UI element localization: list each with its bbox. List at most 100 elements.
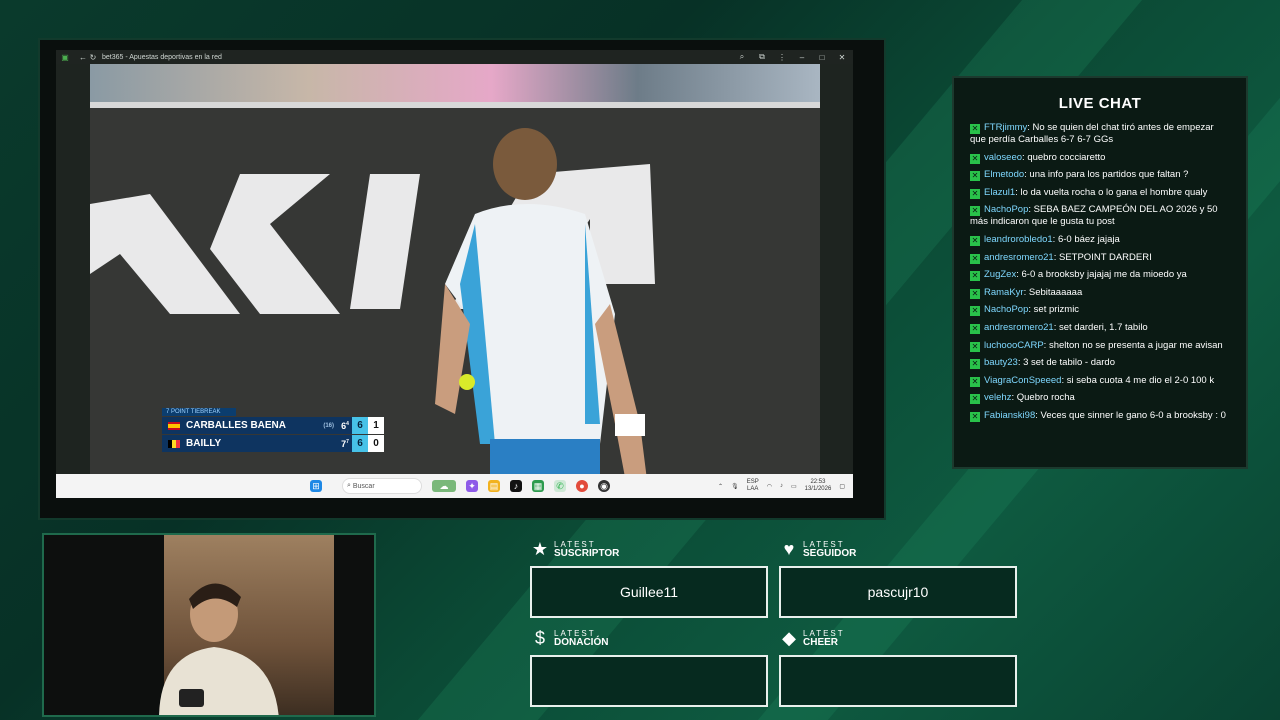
chat-message: ✕ bauty23: 3 set de tabilo - dardo xyxy=(970,357,1232,370)
chat-badge-icon: ✕ xyxy=(970,323,980,334)
chat-text: Veces que sinner le gano 6-0 a brooksby … xyxy=(1040,409,1226,421)
windows-taskbar: ⊞ ⌕ Buscar ☁ ✦ ▤ ♪ ▦ ✆ ● ◉ ⌃ 🎙 ESP LAA ◠ … xyxy=(56,474,853,498)
spreadsheet-app-icon[interactable]: ▦ xyxy=(532,480,544,492)
chat-message: ✕ velehz: Quebro rocha xyxy=(970,392,1232,405)
reload-icon[interactable]: ↻ xyxy=(88,52,98,62)
chat-text: una info para los partidos que faltan ? xyxy=(1029,169,1189,181)
chat-message: ✕ Elazul1: lo da vuelta rocha o lo gana e… xyxy=(970,187,1232,199)
chat-username[interactable]: andresromero21 xyxy=(984,322,1054,333)
chat-username[interactable]: Elazul1 xyxy=(984,187,1015,198)
tray-chevron-icon[interactable]: ⌃ xyxy=(718,483,723,490)
prev-set-score: 77 xyxy=(341,438,349,449)
player-name: BAILLY xyxy=(186,438,222,449)
chat-message: ✕ ZugZex: 6-0 a brooksby jajajaj me da mi… xyxy=(970,269,1232,282)
chat-text: Quebro rocha xyxy=(1016,392,1075,404)
dollar-icon: $ xyxy=(534,628,545,648)
webcam-feed xyxy=(42,533,376,717)
live-chat-panel: LIVE CHAT ✕ FTRjimmy: No se quien del cha… xyxy=(952,76,1248,469)
tiktok-icon[interactable]: ♪ xyxy=(510,480,522,492)
player-name: CARBALLES BAENA xyxy=(186,420,286,431)
crowd xyxy=(90,64,820,102)
browser-titlebar: ▣ ← ↻ bet365 - Apuestas deportivas en la… xyxy=(56,50,853,64)
obs-icon[interactable]: ◉ xyxy=(598,480,610,492)
zoom-icon[interactable]: ⌕ xyxy=(737,52,747,62)
chat-text: Sebitaaaaaa xyxy=(1028,286,1083,298)
chat-username[interactable]: Fabianski98 xyxy=(984,410,1035,421)
chat-username[interactable]: bauty23 xyxy=(984,357,1018,368)
chat-message: ✕ andresromero21: set darderi, 1.7 tabilo xyxy=(970,322,1232,334)
chat-message: ✕ RamaKyr: Sebitaaaaaa xyxy=(970,287,1232,299)
panel-label-main: SEGUIDOR xyxy=(803,548,857,559)
taskbar-search-label: Buscar xyxy=(352,482,375,490)
maximize-icon[interactable]: □ xyxy=(817,52,827,62)
chat-badge-icon: ✕ xyxy=(970,288,980,299)
match-video[interactable]: 7 POINT TIEBREAK CARBALLES BAENA (16) 64… xyxy=(90,64,820,474)
game-score: 0 xyxy=(368,435,384,452)
chat-message: ✕ luchoooCARP: shelton no se presenta a j… xyxy=(970,340,1232,352)
star-icon: ★ xyxy=(531,539,549,559)
panel-label-main: DONACIÓN xyxy=(554,637,609,648)
chat-message: ✕ valoseeo: quebro cocciaretto xyxy=(970,152,1232,164)
menu-icon[interactable]: ⋮ xyxy=(777,52,787,62)
chat-text: quebro cocciaretto xyxy=(1027,151,1106,163)
chat-message: ✕ Elmetodo: una info para los partidos qu… xyxy=(970,169,1232,182)
file-explorer-icon[interactable]: ▤ xyxy=(488,480,500,492)
clock[interactable]: 22:53 13/1/2026 xyxy=(805,479,832,493)
volume-icon[interactable]: ♪ xyxy=(780,483,783,489)
close-icon[interactable]: ✕ xyxy=(837,52,847,62)
chat-username[interactable]: RamaKyr xyxy=(984,287,1024,298)
wifi-icon[interactable]: ◠ xyxy=(767,483,772,490)
chat-username[interactable]: Elmetodo xyxy=(984,169,1024,180)
scoreboard-label: 7 POINT TIEBREAK xyxy=(162,408,236,416)
copilot-icon[interactable]: ✦ xyxy=(466,480,478,492)
app-icon: ▣ xyxy=(61,52,69,62)
chat-message: ✕ FTRjimmy: No se quien del chat tiró ant… xyxy=(970,122,1232,146)
player-seed: (16) xyxy=(323,422,334,429)
taskbar-search[interactable]: ⌕ Buscar xyxy=(342,478,422,494)
chat-badge-icon: ✕ xyxy=(970,359,980,370)
chat-message: ✕ NachoPop: SEBA BAEZ CAMPEÓN DEL AO 2026… xyxy=(970,204,1232,228)
chat-badge-icon: ✕ xyxy=(970,171,980,182)
chat-text: shelton no se presenta a jugar me avisan xyxy=(1048,339,1223,351)
chat-badge-icon: ✕ xyxy=(970,306,980,317)
chat-message: ✕ ViagraConSpeeed: si seba cuota 4 me dio… xyxy=(970,375,1232,387)
scoreboard-row: CARBALLES BAENA (16) 64 6 1 xyxy=(162,417,384,434)
chat-username[interactable]: FTRjimmy xyxy=(984,122,1027,133)
set-score: 6 xyxy=(352,435,368,452)
chat-badge-icon: ✕ xyxy=(970,376,980,387)
chat-username[interactable]: NachoPop xyxy=(984,304,1028,315)
chat-username[interactable]: ViagraConSpeeed xyxy=(984,375,1061,386)
minimize-icon[interactable]: – xyxy=(797,52,807,62)
streamer xyxy=(159,583,279,715)
chat-username[interactable]: luchoooCARP xyxy=(984,340,1044,351)
chat-text: set prizmic xyxy=(1033,304,1080,316)
chat-username[interactable]: velehz xyxy=(984,392,1011,403)
chat-badge-icon: ✕ xyxy=(970,394,980,405)
windows-start-icon[interactable]: ⊞ xyxy=(310,480,322,492)
chat-message: ✕ Fabianski98: Veces que sinner le gano 6… xyxy=(970,410,1232,422)
chat-username[interactable]: leandrorobledo1 xyxy=(984,234,1053,245)
chat-badge-icon: ✕ xyxy=(970,206,980,217)
microphone-icon[interactable]: 🎙 xyxy=(731,483,739,490)
chat-username[interactable]: andresromero21 xyxy=(984,252,1054,263)
tennis-player xyxy=(435,128,647,474)
chat-messages: ✕ FTRjimmy: No se quien del chat tiró ant… xyxy=(970,122,1232,428)
chat-message: ✕ andresromero21: SETPOINT DARDERI xyxy=(970,252,1232,264)
chat-username[interactable]: NachoPop xyxy=(984,204,1028,215)
extensions-icon[interactable]: ⧉ xyxy=(757,52,767,62)
battery-icon[interactable]: ▭ xyxy=(791,483,797,490)
language-indicator[interactable]: ESP LAA xyxy=(747,479,759,493)
back-icon[interactable]: ← xyxy=(78,52,88,62)
notifications-icon[interactable]: ▢ xyxy=(839,483,845,490)
chrome-icon[interactable]: ● xyxy=(576,480,588,492)
chat-message: ✕ NachoPop: set prizmic xyxy=(970,304,1232,317)
panel-label-main: CHEER xyxy=(803,637,839,648)
weather-widget-icon[interactable]: ☁ xyxy=(432,480,456,492)
chat-text: set darderi, 1.7 tabilo xyxy=(1059,321,1148,333)
chat-text: SETPOINT DARDERI xyxy=(1059,251,1152,263)
whatsapp-icon[interactable]: ✆ xyxy=(554,480,566,492)
chat-badge-icon: ✕ xyxy=(970,271,980,282)
scoreboard: 7 POINT TIEBREAK CARBALLES BAENA (16) 64… xyxy=(162,408,384,452)
chat-username[interactable]: valoseeo xyxy=(984,152,1022,163)
chat-username[interactable]: ZugZex xyxy=(984,269,1016,280)
